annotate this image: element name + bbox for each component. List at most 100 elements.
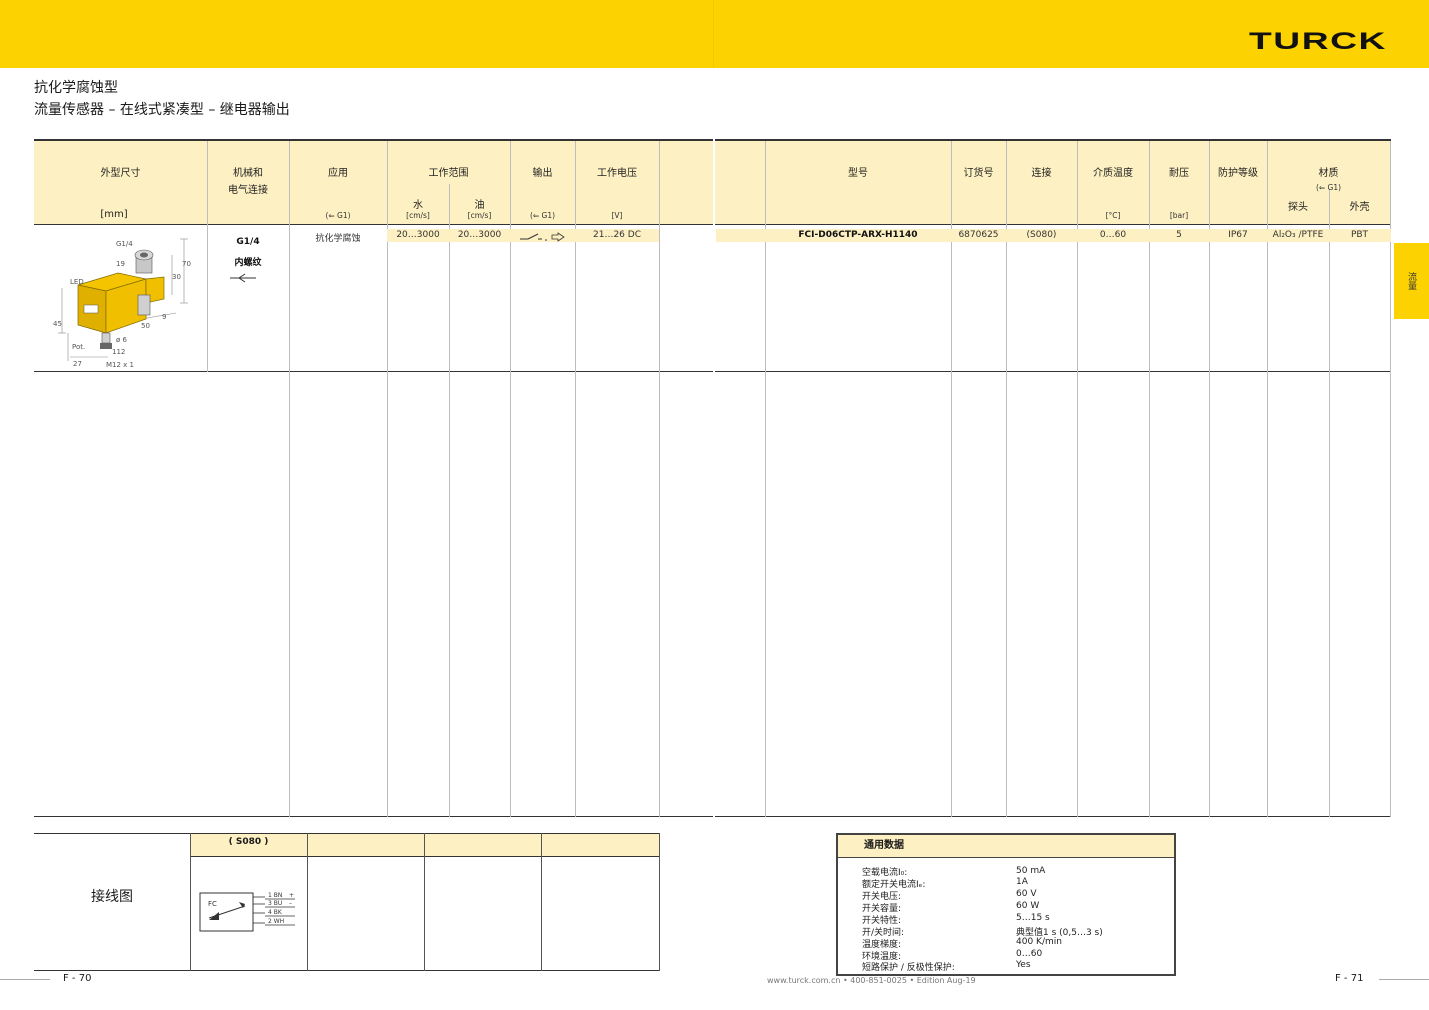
hdr-temp-unit: [°C] bbox=[1105, 211, 1121, 220]
turck-logo: TURCK bbox=[1249, 28, 1387, 55]
oil-range-value: 20…3000 bbox=[457, 230, 502, 240]
wiring-fc-label: FC bbox=[208, 900, 217, 908]
hdr-material: 材质 bbox=[1318, 168, 1339, 179]
side-tab-flow[interactable]: 流量 bbox=[1394, 243, 1429, 319]
dim-9: 9 bbox=[162, 313, 166, 321]
page-number-right: F - 71 bbox=[1335, 973, 1364, 984]
col-sep bbox=[387, 141, 388, 817]
general-data-box: 通用数据 空载电流I₀: 50 mA 额定开关电流Iₑ: 1A 开关电压: 60… bbox=[836, 833, 1176, 976]
dim-45: 45 bbox=[53, 320, 62, 328]
dim-g14: G1/4 bbox=[116, 240, 133, 248]
relay-output-icon bbox=[520, 232, 565, 242]
gd-value-1: 1A bbox=[1016, 877, 1028, 887]
dimension-drawing: G1/4 19 70 30 LED 45 50 9 ø 6 Pot. 112 2… bbox=[53, 238, 191, 369]
col-sep bbox=[1209, 141, 1210, 817]
gd-label-8: 短路保护 / 反极性保护: bbox=[862, 963, 955, 973]
dim-m12: M12 x 1 bbox=[106, 361, 134, 369]
hdr-pressure-unit: [bar] bbox=[1169, 211, 1189, 220]
wire-bu: 3 BU bbox=[268, 900, 282, 907]
page-number-left: F - 70 bbox=[63, 973, 92, 984]
protection-value: IP67 bbox=[1228, 230, 1248, 240]
hdr-output-note: (⇐ G1) bbox=[529, 211, 556, 220]
hdr-probe: 探头 bbox=[1288, 202, 1308, 213]
voltage-value: 21…26 DC bbox=[593, 230, 641, 240]
gd-value-3: 60 W bbox=[1016, 901, 1040, 911]
thread-type: 内螺纹 bbox=[234, 258, 262, 268]
gd-value-8: Yes bbox=[1016, 960, 1031, 970]
side-tab-label: 流量 bbox=[1406, 272, 1416, 290]
dim-30: 30 bbox=[172, 273, 181, 281]
col-sep bbox=[659, 833, 660, 971]
hdr-order: 订货号 bbox=[963, 168, 994, 179]
housing-material: PBT bbox=[1350, 230, 1369, 240]
product-table: 外型尺寸 [mm] 机械和 电气连接 应用 (⇐ G1) 工作范围 水 [cm/… bbox=[34, 139, 1391, 817]
water-range-value: 20…3000 bbox=[396, 230, 440, 240]
wiring-schematic: FC 1 BN 3 BU 4 BK 2 WH + – bbox=[199, 892, 295, 932]
col-sep bbox=[449, 184, 450, 817]
hdr-range: 工作范围 bbox=[428, 168, 469, 179]
thread-size: G1/4 bbox=[236, 237, 260, 247]
hdr-oil: 油 bbox=[474, 200, 485, 211]
col-sep bbox=[659, 141, 660, 817]
gd-value-2: 60 V bbox=[1016, 889, 1037, 899]
gd-value-4: 5…15 s bbox=[1016, 913, 1050, 923]
gd-value-6: 400 K/min bbox=[1016, 937, 1062, 947]
application-value: 抗化学腐蚀 bbox=[315, 234, 361, 244]
hdr-elec: 电气连接 bbox=[228, 185, 268, 196]
col-sep bbox=[510, 141, 511, 817]
hdr-output: 输出 bbox=[532, 168, 553, 179]
wire-bk: 4 BK bbox=[268, 909, 283, 916]
dim-19: 19 bbox=[116, 260, 125, 268]
col-sep bbox=[765, 141, 766, 817]
dim-led: LED bbox=[70, 278, 84, 286]
hdr-water: 水 bbox=[413, 200, 423, 211]
col-sep bbox=[541, 833, 542, 971]
general-data-title: 通用数据 bbox=[838, 835, 1174, 858]
footer-contact[interactable]: www.turck.com.cn • 400-851-0025 • Editio… bbox=[767, 976, 976, 985]
probe-material: Al₂O₃ /PTFE bbox=[1272, 230, 1324, 240]
dim-6: ø 6 bbox=[116, 336, 128, 344]
sign-plus: + bbox=[289, 892, 294, 899]
wiring-title: 接线图 bbox=[91, 889, 133, 905]
col-sep bbox=[424, 833, 425, 971]
col-sep bbox=[190, 833, 191, 971]
hdr-voltage: 工作电压 bbox=[597, 168, 637, 179]
hdr-pressure: 耐压 bbox=[1169, 168, 1189, 179]
hdr-voltage-unit: [V] bbox=[611, 211, 623, 220]
hdr-temp: 介质温度 bbox=[1093, 168, 1133, 179]
gutter bbox=[713, 139, 715, 817]
dim-50: 50 bbox=[141, 322, 150, 330]
page-title: 抗化学腐蚀型 bbox=[34, 80, 118, 96]
dim-70: 70 bbox=[182, 260, 191, 268]
page-split bbox=[713, 0, 714, 68]
wiring-header: ( S080 ) bbox=[228, 837, 269, 847]
gd-value-0: 50 mA bbox=[1016, 866, 1046, 876]
thread-symbol-icon bbox=[230, 273, 256, 283]
col-sep bbox=[1149, 141, 1150, 817]
hdr-mech: 机械和 bbox=[233, 168, 263, 179]
dim-27: 27 bbox=[73, 360, 82, 368]
hdr-dimensions: 外型尺寸 bbox=[100, 168, 141, 179]
page-subtitle: 流量传感器 – 在线式紧凑型 – 继电器输出 bbox=[34, 102, 290, 118]
footer-rule-left bbox=[0, 979, 50, 980]
hdr-material-note: (⇐ G1) bbox=[1315, 183, 1342, 192]
wire-bn: 1 BN bbox=[268, 892, 282, 899]
pressure-value: 5 bbox=[1176, 230, 1182, 240]
hdr-water-unit: [cm/s] bbox=[406, 211, 430, 220]
model-value[interactable]: FCI-D06CTP-ARX-H1140 bbox=[765, 230, 951, 240]
dim-112: 112 bbox=[112, 348, 125, 356]
temp-value: 0…60 bbox=[1099, 230, 1127, 240]
gd-value-7: 0…60 bbox=[1016, 949, 1043, 959]
col-sep bbox=[951, 141, 952, 817]
col-sep bbox=[1390, 141, 1391, 817]
hdr-app-note: (⇐ G1) bbox=[325, 211, 351, 220]
dim-pot: Pot. bbox=[72, 343, 85, 351]
sign-minus: – bbox=[289, 900, 292, 907]
hdr-protection: 防护等级 bbox=[1218, 168, 1258, 179]
wiring-bottom-rule bbox=[34, 970, 660, 971]
hdr-application: 应用 bbox=[328, 168, 348, 179]
wire-wh: 2 WH bbox=[268, 918, 284, 925]
col-sep bbox=[307, 833, 308, 971]
footer-rule-right bbox=[1379, 979, 1429, 980]
wiring-diagram-table: 接线图 ( S080 ) FC 1 BN 3 BU 4 BK 2 WH + – bbox=[34, 833, 660, 971]
